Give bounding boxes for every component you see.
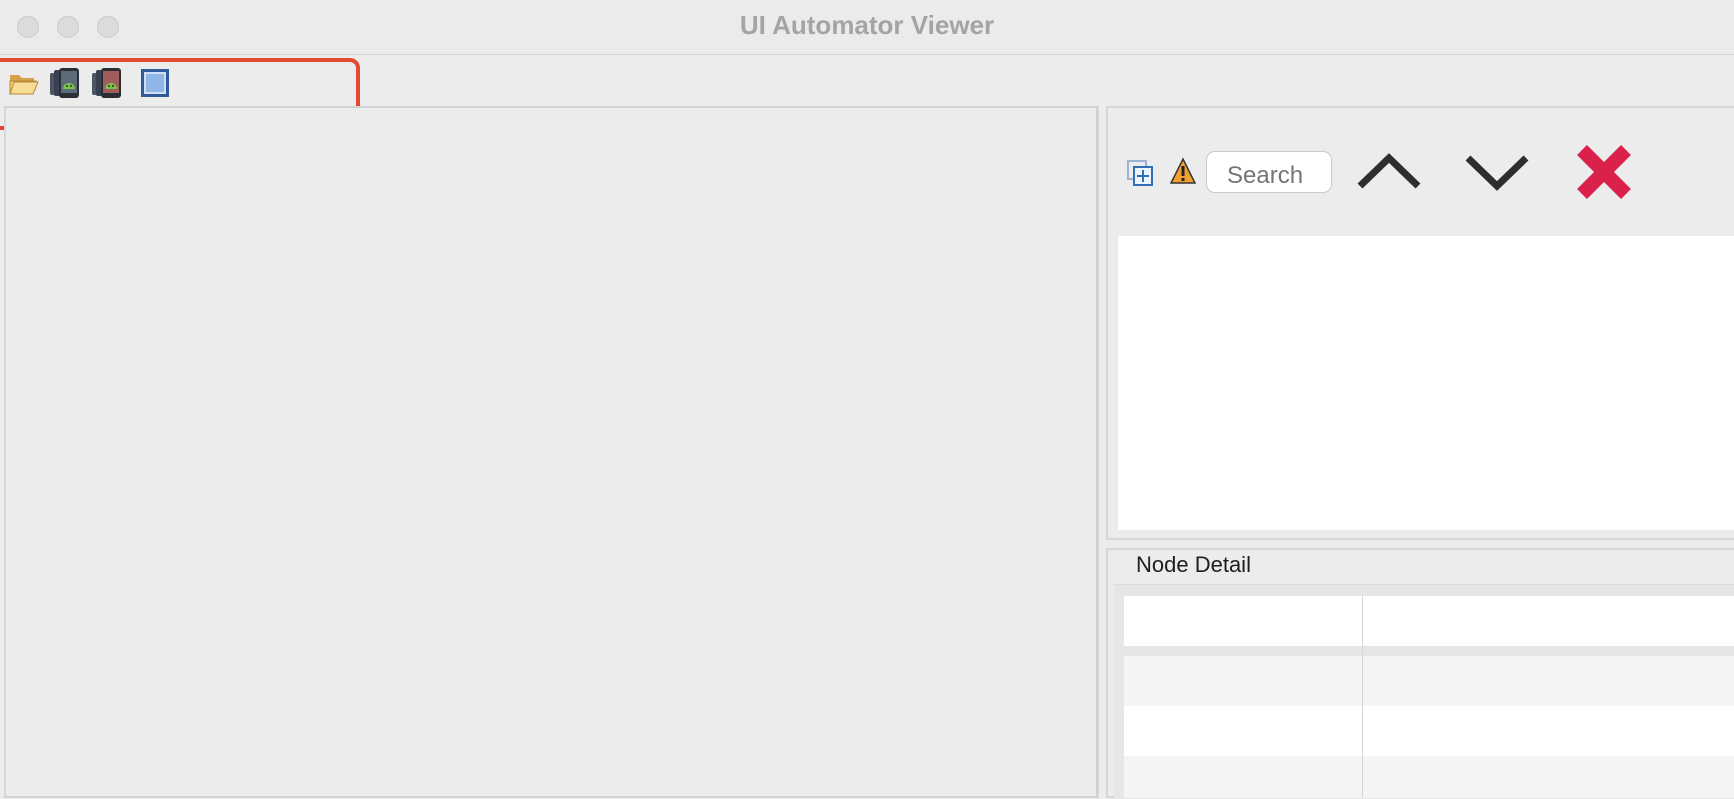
warning-icon[interactable] <box>1170 157 1196 185</box>
table-row[interactable] <box>1124 756 1734 798</box>
save-button[interactable] <box>138 66 172 100</box>
open-button[interactable] <box>7 66 41 100</box>
hierarchy-tree[interactable] <box>1118 236 1734 530</box>
screenshot-pane[interactable] <box>4 106 1098 798</box>
open-folder-icon <box>9 75 39 95</box>
device-screenshot-compressed-icon <box>92 68 121 98</box>
table-row[interactable] <box>1124 596 1734 646</box>
node-detail-label: Node Detail <box>1136 552 1251 577</box>
title-bar: UI Automator Viewer <box>0 0 1734 55</box>
save-icon <box>141 69 169 97</box>
expand-all-icon[interactable] <box>1126 159 1154 187</box>
up-arrow-icon[interactable] <box>1354 150 1424 194</box>
device-screenshot-icon <box>50 68 79 98</box>
table-row[interactable] <box>1124 656 1734 706</box>
table-column-divider[interactable] <box>1362 596 1363 798</box>
toolbar <box>0 56 1734 106</box>
search-input[interactable] <box>1206 151 1332 193</box>
down-arrow-icon[interactable] <box>1462 150 1532 194</box>
window-title: UI Automator Viewer <box>739 10 995 40</box>
device-screenshot-compressed-button[interactable] <box>90 66 124 100</box>
clear-icon[interactable] <box>1572 140 1636 204</box>
device-screenshot-button[interactable] <box>48 66 82 100</box>
table-row[interactable] <box>1124 706 1734 756</box>
